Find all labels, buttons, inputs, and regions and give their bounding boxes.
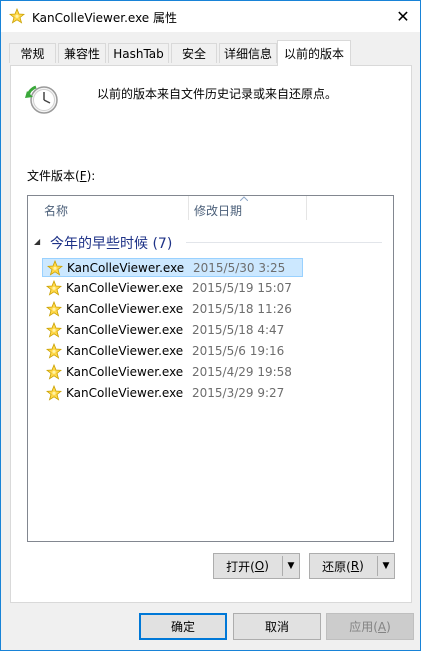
open-split-button[interactable]: 打开(O) ▼: [213, 553, 300, 579]
item-name: KanColleViewer.exe: [66, 386, 184, 400]
label-text: ):: [86, 169, 96, 183]
group-collapse-caret-icon[interactable]: ◢: [34, 237, 40, 246]
file-star-icon: [46, 280, 62, 296]
access-key: R: [350, 559, 360, 573]
button-text: 确定: [170, 620, 195, 634]
item-date: 2015/4/29 19:58: [192, 365, 292, 379]
versions-list[interactable]: 名称 修改日期 ◢ 今年的早些时候 (7) KanColleViewer.exe…: [27, 195, 394, 542]
item-date: 2015/3/29 9:27: [192, 386, 285, 400]
sort-indicator-icon: [240, 196, 248, 201]
item-name: KanColleViewer.exe: [67, 261, 185, 275]
tab-compatibility[interactable]: 兼容性: [58, 43, 106, 63]
tab-general[interactable]: 常规: [9, 43, 56, 63]
ok-button[interactable]: 确定: [139, 613, 227, 640]
cancel-button[interactable]: 取消: [233, 613, 321, 640]
window-title: KanColleViewer.exe 属性: [32, 11, 177, 25]
list-item[interactable]: KanColleViewer.exe 2015/5/18 11:26: [42, 300, 303, 319]
properties-window: KanColleViewer.exe 属性 ✕ 常规 兼容性 HashTab 安…: [0, 0, 421, 651]
list-item[interactable]: KanColleViewer.exe 2015/4/29 19:58: [42, 363, 303, 382]
list-item[interactable]: KanColleViewer.exe 2015/3/29 9:27: [42, 384, 303, 403]
list-item[interactable]: KanColleViewer.exe 2015/5/18 4:47: [42, 321, 303, 340]
file-versions-label: 文件版本(F):: [27, 167, 95, 184]
file-star-icon: [46, 364, 62, 380]
tab-previous-versions[interactable]: 以前的版本: [277, 40, 351, 66]
button-text: 应用(: [349, 620, 378, 634]
label-text: 文件版本(: [27, 169, 80, 183]
tab-label: 安全: [181, 47, 206, 61]
file-star-icon: [46, 322, 62, 338]
item-date: 2015/5/6 19:16: [192, 344, 285, 358]
item-name: KanColleViewer.exe: [66, 302, 184, 316]
access-key: O: [254, 559, 265, 573]
open-button[interactable]: 打开(O): [214, 554, 281, 578]
tab-label: 兼容性: [63, 47, 100, 61]
button-text: ): [386, 619, 391, 634]
column-header-date[interactable]: 修改日期: [194, 202, 242, 219]
button-text: ): [359, 559, 364, 573]
button-text: 还原(: [322, 559, 351, 574]
tab-label: HashTab: [113, 46, 164, 61]
file-star-icon: [46, 343, 62, 359]
restore-split-button[interactable]: 还原(R) ▼: [309, 553, 395, 579]
title-bar[interactable]: KanColleViewer.exe 属性 ✕: [1, 1, 420, 32]
column-separator[interactable]: [188, 196, 189, 220]
item-name: KanColleViewer.exe: [66, 344, 184, 358]
tab-label: 常规: [20, 47, 45, 61]
file-star-icon: [46, 385, 62, 401]
list-item[interactable]: KanColleViewer.exe 2015/5/30 3:25: [42, 258, 303, 277]
item-date: 2015/5/18 4:47: [192, 323, 285, 337]
tab-security[interactable]: 安全: [171, 43, 217, 63]
file-star-icon: [46, 301, 62, 317]
file-history-clock-icon: [25, 85, 58, 114]
close-button[interactable]: ✕: [386, 1, 420, 31]
open-dropdown-arrow-icon[interactable]: ▼: [283, 554, 299, 578]
restore-dropdown-arrow-icon[interactable]: ▼: [378, 554, 394, 578]
access-key: A: [377, 619, 387, 634]
access-key: F: [79, 169, 87, 183]
tab-label: 详细信息: [223, 47, 272, 61]
apply-button[interactable]: 应用(A): [326, 613, 414, 640]
app-star-icon: [9, 8, 25, 24]
button-text: 打开(: [226, 559, 255, 574]
tab-hashtab[interactable]: HashTab: [108, 43, 169, 63]
file-star-icon: [47, 260, 63, 276]
item-date: 2015/5/18 11:26: [192, 302, 292, 316]
item-name: KanColleViewer.exe: [66, 281, 184, 295]
button-text: ): [264, 559, 269, 573]
column-separator[interactable]: [306, 196, 307, 220]
button-text: 取消: [264, 620, 289, 634]
item-name: KanColleViewer.exe: [66, 365, 184, 379]
list-item[interactable]: KanColleViewer.exe 2015/5/6 19:16: [42, 342, 303, 361]
group-divider: [186, 242, 382, 243]
close-icon: ✕: [396, 6, 410, 26]
group-header[interactable]: 今年的早些时候 (7): [50, 233, 172, 253]
column-header-name[interactable]: 名称: [44, 202, 68, 219]
list-item[interactable]: KanColleViewer.exe 2015/5/19 15:07: [42, 279, 303, 298]
info-text: 以前的版本来自文件历史记录或来自还原点。: [97, 87, 338, 101]
tab-details[interactable]: 详细信息: [219, 43, 277, 63]
tab-label: 以前的版本: [283, 47, 344, 61]
restore-button[interactable]: 还原(R): [310, 554, 376, 578]
item-name: KanColleViewer.exe: [66, 323, 184, 337]
item-date: 2015/5/19 15:07: [192, 281, 292, 295]
item-date: 2015/5/30 3:25: [193, 261, 286, 275]
